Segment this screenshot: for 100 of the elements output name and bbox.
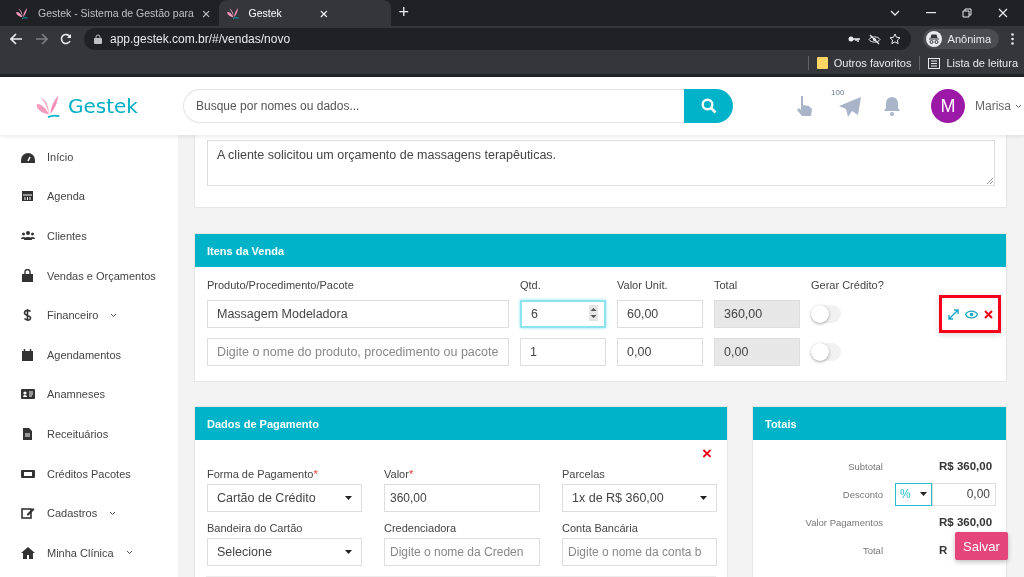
sidebar-item[interactable]: Cadastros bbox=[0, 493, 178, 533]
back-icon[interactable] bbox=[10, 33, 23, 45]
save-button[interactable]: Salvar bbox=[955, 532, 1008, 560]
credit-toggle[interactable] bbox=[811, 343, 841, 361]
star-icon[interactable] bbox=[888, 33, 901, 45]
sidebar-item[interactable]: Receituários bbox=[0, 414, 178, 454]
remove-payment-button[interactable]: × bbox=[702, 444, 712, 464]
home-icon bbox=[21, 545, 35, 560]
favicon-icon bbox=[16, 7, 30, 19]
search-field[interactable]: Busque por nomes ou dados... bbox=[183, 89, 684, 123]
caret-icon bbox=[345, 496, 352, 500]
lock-icon bbox=[94, 34, 102, 44]
total-label: Subtotal bbox=[848, 460, 883, 472]
eye-slash-icon[interactable] bbox=[867, 33, 881, 45]
input-field[interactable]: Digite o nome da conta b bbox=[562, 538, 717, 566]
sidebar-item[interactable]: Vendas e Orçamentos bbox=[0, 255, 178, 296]
key-icon[interactable] bbox=[847, 35, 860, 43]
column-label: Gerar Crédito? bbox=[811, 279, 885, 293]
incognito-icon bbox=[925, 31, 942, 47]
sidebar-item[interactable]: Créditos Pacotes bbox=[0, 453, 178, 494]
unit-price-field[interactable]: 0,00 bbox=[617, 338, 703, 366]
discount-field[interactable]: 0,00 bbox=[932, 482, 996, 506]
minimize-icon[interactable] bbox=[926, 12, 936, 14]
caret-icon bbox=[345, 550, 352, 554]
sidebar-item[interactable]: Agendamentos bbox=[0, 334, 178, 375]
spinner-icon[interactable] bbox=[589, 305, 598, 321]
sidebar-item[interactable]: Financeiro bbox=[0, 295, 178, 335]
field-label: Parcelas bbox=[562, 468, 606, 480]
select-field[interactable]: Selecione bbox=[207, 538, 362, 566]
user-menu[interactable]: Marisa bbox=[975, 99, 1022, 113]
calendar-icon bbox=[21, 347, 35, 362]
total-field[interactable]: 360,00 bbox=[714, 300, 800, 328]
folder-icon bbox=[816, 57, 828, 69]
input-field[interactable]: Digite o nome da Creden bbox=[384, 538, 540, 566]
card-title: Itens da Venda bbox=[195, 234, 1006, 267]
total-label: Desconto bbox=[842, 488, 883, 500]
column-label: Produto/Procedimento/Pacote bbox=[207, 279, 355, 293]
select-field[interactable]: 1x de R$ 360,00 bbox=[562, 484, 717, 512]
field-label: Credenciadora bbox=[384, 522, 458, 534]
id-card-icon bbox=[21, 387, 35, 402]
browser-tab[interactable]: Gestek - Sistema de Gestão para × bbox=[8, 0, 219, 26]
close-tab-button[interactable]: × bbox=[201, 5, 211, 21]
restore-icon[interactable] bbox=[962, 8, 972, 18]
eye-icon[interactable] bbox=[964, 309, 978, 319]
calendar-icon bbox=[21, 189, 35, 204]
total-field[interactable]: 0,00 bbox=[714, 338, 800, 366]
new-tab-button[interactable]: + bbox=[398, 2, 410, 23]
caret-icon bbox=[920, 492, 927, 496]
chevron-down-icon bbox=[109, 510, 117, 516]
reload-icon[interactable] bbox=[60, 33, 72, 45]
expand-icon[interactable] bbox=[947, 308, 959, 320]
resize-grip-icon bbox=[987, 178, 993, 184]
total-label: Total bbox=[862, 544, 883, 556]
notification-badge: 100 bbox=[829, 88, 847, 97]
sidebar-item[interactable]: Início bbox=[0, 137, 178, 177]
column-label: Total bbox=[714, 279, 739, 293]
search-icon bbox=[700, 98, 717, 114]
field-label: Bandeira do Cartão bbox=[207, 522, 304, 534]
browser-tab[interactable]: Gestek × bbox=[218, 0, 391, 26]
column-label: Valor Unit. bbox=[617, 279, 669, 293]
card-title: Dados de Pagamento bbox=[195, 407, 727, 440]
list-icon bbox=[928, 57, 941, 69]
input-field[interactable]: 360,00 bbox=[384, 484, 540, 512]
user-avatar[interactable]: M bbox=[931, 89, 965, 123]
favicon-icon bbox=[226, 7, 241, 19]
chevron-down-icon bbox=[1015, 103, 1022, 109]
users-icon bbox=[21, 229, 35, 243]
profile-button[interactable]: Anônima bbox=[922, 29, 999, 49]
bookmark-folder[interactable]: Outros favoritos bbox=[816, 57, 912, 69]
address-bar[interactable]: app.gestek.com.br/#/vendas/novo bbox=[84, 28, 911, 50]
sidebar-item[interactable]: Clientes bbox=[0, 216, 178, 256]
close-icon[interactable] bbox=[998, 8, 1008, 18]
edit-icon bbox=[21, 506, 35, 521]
chevron-down-icon bbox=[125, 550, 133, 556]
total-value: R$ 360,00 bbox=[939, 516, 993, 528]
reading-list-button[interactable]: Lista de leitura bbox=[928, 57, 1018, 69]
chevron-down-icon[interactable] bbox=[890, 10, 900, 16]
sidebar-item[interactable]: Anamneses bbox=[0, 374, 178, 415]
product-field[interactable]: Massagem Modeladora bbox=[207, 300, 509, 328]
total-value: R$ 360,00 bbox=[939, 460, 993, 472]
quantity-field[interactable]: 6 bbox=[520, 300, 606, 328]
product-field[interactable]: Digite o nome do produto, procedimento ou pacote bbox=[207, 338, 509, 366]
select-field[interactable]: Cartão de Crédito bbox=[207, 484, 362, 512]
sidebar-item[interactable]: Minha Clínica bbox=[0, 532, 178, 573]
close-tab-button[interactable]: × bbox=[319, 5, 383, 21]
logo: Gestek bbox=[0, 94, 183, 118]
field-label: Forma de Pagamento* bbox=[207, 468, 319, 480]
observations-field[interactable]: A cliente solicitou um orçamento de massagens terapêuticas. bbox=[207, 140, 995, 186]
menu-icon[interactable] bbox=[1011, 33, 1014, 45]
file-icon bbox=[21, 426, 35, 441]
remove-icon[interactable] bbox=[983, 309, 993, 319]
quantity-field[interactable]: 1 bbox=[520, 338, 606, 366]
unit-price-field[interactable]: 60,00 bbox=[617, 300, 703, 328]
total-label: Valor Pagamentos bbox=[805, 516, 883, 528]
sidebar-item[interactable]: Agenda bbox=[0, 176, 178, 217]
card-title: Totais bbox=[753, 407, 1006, 440]
forward-icon[interactable] bbox=[35, 33, 48, 45]
field-label: Conta Bancária bbox=[562, 522, 639, 534]
field-label: Valor* bbox=[384, 468, 415, 480]
credit-toggle[interactable] bbox=[811, 305, 841, 323]
